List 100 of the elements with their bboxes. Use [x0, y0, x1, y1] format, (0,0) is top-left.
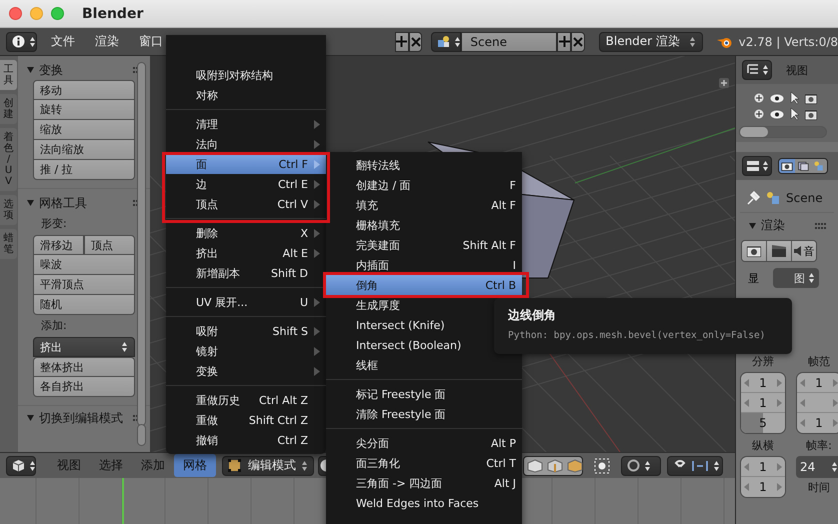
field-value: 5	[758, 416, 768, 430]
select-mode-buttons[interactable]	[523, 456, 583, 476]
menu-item[interactable]: 镜射	[166, 341, 326, 361]
frame-rate-dropdown[interactable]: 24	[796, 456, 838, 478]
close-button[interactable]	[9, 7, 22, 20]
menu-item[interactable]: 面 Ctrl F	[166, 154, 326, 174]
tool-button[interactable]: 旋转	[33, 100, 135, 120]
panel-title[interactable]: 渲染	[761, 217, 811, 234]
camera-icon[interactable]	[805, 108, 817, 120]
up-down-arrows-icon	[29, 36, 36, 48]
menu-item[interactable]: 吸附到对称结构	[166, 65, 326, 85]
number-field[interactable]: 5	[741, 413, 785, 433]
eye-icon[interactable]	[770, 94, 784, 102]
menu-item[interactable]: 撤销 Ctrl Z	[166, 430, 326, 450]
vertex-select-icon[interactable]	[527, 458, 543, 472]
menu-item[interactable]: 重做 Shift Ctrl Z	[166, 410, 326, 430]
menu-item[interactable]: UV 展开... U	[166, 292, 326, 312]
cursor-icon[interactable]	[790, 92, 799, 104]
panel-title[interactable]: 切换到编辑模式	[39, 410, 129, 426]
render-camera-icon[interactable]	[779, 159, 795, 173]
tool-button[interactable]: 随机	[33, 295, 135, 315]
menu-item[interactable]: 标记 Freestyle 面	[326, 384, 522, 404]
menu-item[interactable]: 线框	[326, 355, 522, 375]
menu-item[interactable]: 边 Ctrl E	[166, 174, 326, 194]
tool-button[interactable]: 缩放	[33, 120, 135, 140]
tool-button[interactable]: 顶点	[84, 235, 135, 255]
edge-select-icon[interactable]	[547, 458, 563, 472]
menu-item[interactable]: 创建边 / 面 F	[326, 175, 522, 195]
menu-item[interactable]: 面三角化 Ctrl T	[326, 453, 522, 473]
menu-item[interactable]: 变换	[166, 361, 326, 381]
mode-dropdown[interactable]: 编辑模式	[222, 456, 314, 476]
cursor-icon[interactable]	[790, 108, 799, 120]
add-button[interactable]	[395, 32, 409, 52]
side-tab[interactable]: 工具	[0, 60, 17, 90]
column-label: 帧率:	[806, 438, 832, 454]
tool-button[interactable]: 平滑顶点	[33, 275, 135, 295]
tool-button[interactable]: 噪波	[33, 255, 135, 275]
up-down-arrows-icon	[644, 460, 651, 472]
tooltip-title: 边线倒角	[508, 307, 557, 324]
column-label: 分辨	[752, 354, 774, 370]
menu-item[interactable]: 删除 X	[166, 223, 326, 243]
menu-item[interactable]: 新增副本 Shift D	[166, 263, 326, 283]
menu-item[interactable]: 吸附 Shift S	[166, 321, 326, 341]
close-button[interactable]	[408, 32, 422, 52]
plus-circle-icon[interactable]	[754, 93, 764, 103]
editor-type-dropdown[interactable]	[6, 32, 37, 52]
face-select-icon[interactable]	[567, 458, 583, 472]
menu-item[interactable]: 顶点 Ctrl V	[166, 194, 326, 214]
menu-item[interactable]: 栅格填充	[326, 215, 522, 235]
field-value: 1	[758, 460, 768, 474]
snap-dropdown[interactable]	[667, 456, 723, 476]
menu-item[interactable]: 网格	[174, 454, 216, 477]
plus-circle-icon[interactable]	[754, 109, 764, 119]
tool-button[interactable]: 推 / 拉	[33, 160, 135, 180]
scene-field[interactable]: Scene	[461, 32, 558, 52]
menu-item[interactable]: Weld Edges into Faces	[326, 493, 522, 513]
menu-item[interactable]: 对称	[166, 85, 326, 105]
tool-button[interactable]: 法向缩放	[33, 140, 135, 160]
menu-item[interactable]: 渲染	[85, 33, 129, 50]
tool-button[interactable]: 移动	[33, 80, 135, 100]
panel-title[interactable]: 变换	[39, 62, 129, 78]
up-down-arrows-icon	[808, 272, 815, 284]
layers-icon[interactable]	[795, 159, 811, 173]
properties-display-dropdown[interactable]	[742, 156, 772, 176]
disclosure-triangle-icon	[26, 199, 35, 207]
menu-item[interactable]: 法向	[166, 134, 326, 154]
menu-item[interactable]: 翻转法线	[326, 155, 522, 175]
eye-icon[interactable]	[770, 110, 784, 118]
menu-item[interactable]: 三角面 -> 四边面 Alt J	[326, 473, 522, 493]
scene-type-dropdown[interactable]	[431, 32, 462, 52]
tool-button[interactable]: 各自挤出	[33, 377, 135, 397]
pivot-icon[interactable]	[593, 456, 611, 474]
menu-item[interactable]: 倒角 Ctrl B	[326, 275, 522, 295]
display-dropdown[interactable]: 图	[773, 268, 819, 288]
tool-button[interactable]: 滑移边	[33, 235, 84, 255]
menu-item[interactable]: 挤出 Alt E	[166, 243, 326, 263]
plus-icon[interactable]	[719, 78, 729, 88]
outliner-display-dropdown[interactable]	[742, 60, 772, 80]
proportional-edit-dropdown[interactable]	[621, 456, 661, 476]
column-label: 纵横	[752, 438, 774, 454]
add-button[interactable]	[557, 32, 571, 52]
pin-icon[interactable]	[746, 191, 760, 205]
tool-button[interactable]: 整体挤出	[33, 357, 135, 377]
camera-icon[interactable]	[805, 92, 817, 104]
menu-item[interactable]: 尖分面 Alt P	[326, 433, 522, 453]
animation-button[interactable]	[767, 241, 792, 261]
menu-item[interactable]: 完美建面 Shift Alt F	[326, 235, 522, 255]
menu-item[interactable]: 清理	[166, 114, 326, 134]
menu-item[interactable]: 填充 Alt F	[326, 195, 522, 215]
menu-item[interactable]: 清除 Freestyle 面	[326, 404, 522, 424]
render-engine-dropdown[interactable]: Blender 渲染	[598, 32, 703, 52]
render-button[interactable]	[742, 241, 767, 261]
close-button[interactable]	[570, 32, 585, 52]
menu-item[interactable]: 重做历史 Ctrl Alt Z	[166, 390, 326, 410]
extrude-dropdown[interactable]: 挤出	[33, 337, 135, 357]
panel-title[interactable]: 网格工具	[39, 194, 129, 212]
audio-button[interactable]: 音	[792, 241, 816, 261]
menu-item[interactable]: 文件	[41, 33, 85, 50]
menu-item[interactable]: 内插面 I	[326, 255, 522, 275]
editor-type-dropdown[interactable]	[6, 456, 36, 476]
